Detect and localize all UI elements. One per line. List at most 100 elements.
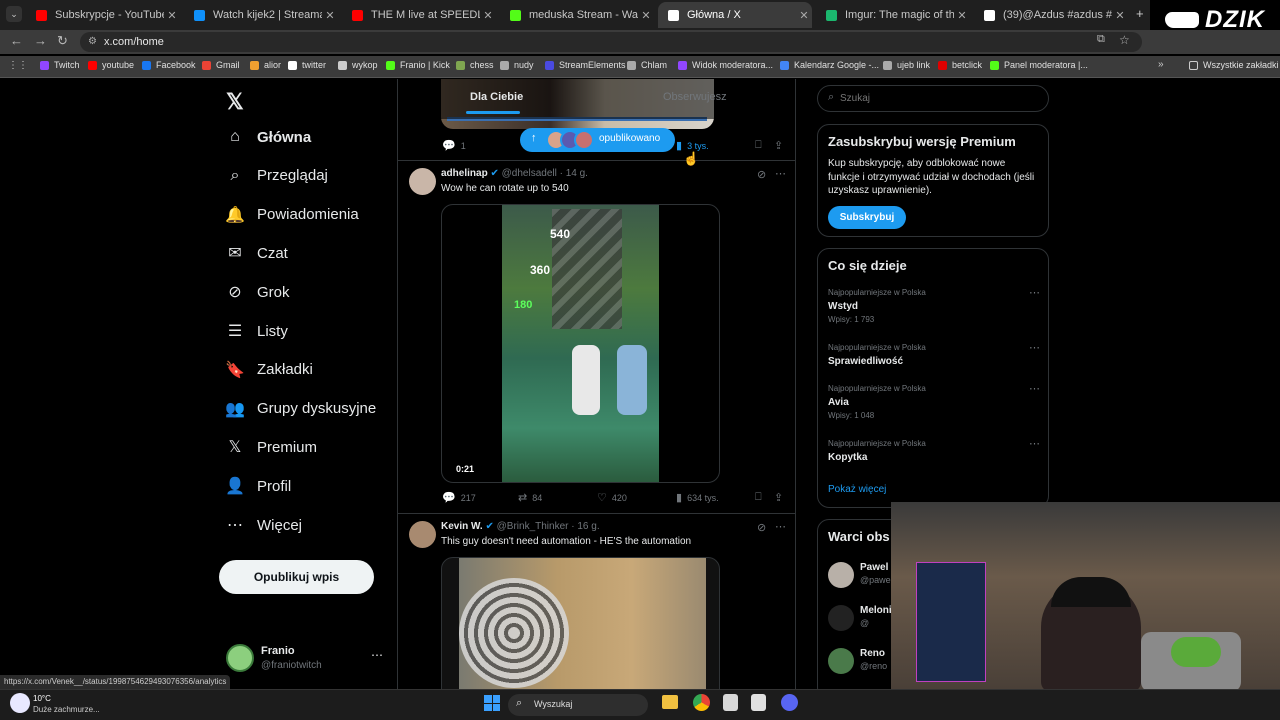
tweet-handle[interactable]: @Brink_Thinker: [497, 521, 569, 532]
trend-item[interactable]: Najpopularniejsze w Polska Sprawiedliwość…: [828, 341, 1040, 370]
sidebar-item-grok[interactable]: ⊘ Grok: [226, 283, 289, 302]
show-more-link[interactable]: Pokaż więcej: [828, 484, 886, 495]
share-button[interactable]: ⇪: [774, 491, 788, 504]
sidebar-item-profil[interactable]: 👤 Profil: [225, 477, 291, 496]
browser-tab[interactable]: Watch kijek2 | Streamable✕: [184, 2, 338, 28]
tweet-author[interactable]: Kevin W.: [441, 521, 483, 532]
close-tab-icon[interactable]: ✕: [796, 9, 812, 22]
tweet-time[interactable]: · 16 g.: [571, 521, 599, 532]
browser-tab[interactable]: (39)@Azdus #azdus #policja #✕: [974, 2, 1128, 28]
search-box[interactable]: ⌕: [817, 85, 1049, 112]
tweet[interactable]: adhelinap ✔ @dhelsadell · 14 g. ⊘ ⋯ Wow …: [398, 161, 795, 513]
browser-tab[interactable]: Imgur: The magic of the Intern✕: [816, 2, 970, 28]
browser-tab[interactable]: Subskrypcje - YouTube ✕: [26, 2, 180, 28]
prev-reply-button[interactable]: 💬 1: [442, 139, 466, 152]
start-icon[interactable]: [484, 695, 500, 711]
tweet-media[interactable]: [441, 557, 720, 689]
bookmark-item[interactable]: twitter: [288, 60, 326, 70]
sidebar-item-przeglądaj[interactable]: ⌕ Przeglądaj: [226, 167, 328, 185]
tab-for-you[interactable]: Dla Ciebie: [470, 91, 523, 103]
tweet-handle[interactable]: @dhelsadell: [502, 168, 557, 179]
bookmark-item[interactable]: Widok moderatora...: [678, 60, 773, 70]
sidebar-item-premium[interactable]: 𝕏 Premium: [226, 438, 317, 457]
avatar[interactable]: [828, 562, 854, 588]
close-tab-icon[interactable]: ✕: [638, 9, 654, 22]
trend-more-icon[interactable]: ⋯: [1029, 286, 1040, 299]
trend-more-icon[interactable]: ⋯: [1029, 382, 1040, 395]
sidebar-item-grupy-dyskusyjne[interactable]: 👥 Grupy dyskusyjne: [225, 400, 376, 418]
prev-bookmark-button[interactable]: ⎕: [755, 139, 767, 152]
chrome-icon[interactable]: [693, 694, 710, 711]
bookmark-item[interactable]: Panel moderatora |...: [990, 60, 1088, 70]
repost-button[interactable]: ⇄ 84: [518, 491, 542, 504]
bookmark-item[interactable]: ujeb link: [883, 60, 930, 70]
tab-search-icon[interactable]: ⌄: [6, 6, 22, 22]
bookmark-item[interactable]: Twitch: [40, 60, 80, 70]
tab-following[interactable]: Obserwujesz: [663, 91, 727, 103]
new-tab-icon[interactable]: +: [1136, 6, 1144, 21]
bookmark-item[interactable]: Kalendarz Google -...: [780, 60, 879, 70]
bookmark-item[interactable]: betclick: [938, 60, 982, 70]
trend-more-icon[interactable]: ⋯: [1029, 341, 1040, 354]
browser-tab[interactable]: meduska Stream - Watch Live o✕: [500, 2, 654, 28]
account-switcher[interactable]: Franio @franiotwitch ⋯: [226, 642, 386, 674]
sidebar-item-więcej[interactable]: ⋯ Więcej: [226, 516, 302, 535]
views-button[interactable]: ▮ 634 tys.: [676, 491, 719, 504]
taskbar-search[interactable]: ⌕ Wyszukaj: [508, 694, 648, 716]
close-tab-icon[interactable]: ✕: [164, 9, 180, 22]
post-button[interactable]: Opublikuj wpis: [219, 560, 374, 594]
reload-icon[interactable]: ↻: [57, 33, 68, 49]
site-info-icon[interactable]: ⚙: [88, 32, 97, 52]
tweet-author[interactable]: adhelinap: [441, 168, 488, 179]
close-tab-icon[interactable]: ✕: [322, 9, 338, 22]
sidebar-item-czat[interactable]: ✉ Czat: [226, 244, 288, 263]
like-button[interactable]: ♡ 420: [597, 491, 627, 504]
trend-item[interactable]: Najpopularniejsze w Polska Wstyd Wpisy: 1 …: [828, 286, 1040, 324]
sidebar-item-zakładki[interactable]: 🔖 Zakładki: [225, 361, 313, 379]
bookmark-item[interactable]: wykop: [338, 60, 378, 70]
avatar[interactable]: [828, 648, 854, 674]
bookmark-item[interactable]: Chlam: [627, 60, 667, 70]
apps-icon[interactable]: ⋮⋮: [8, 60, 28, 71]
trend-more-icon[interactable]: ⋯: [1029, 437, 1040, 450]
tweet-time[interactable]: · 14 g.: [560, 168, 588, 179]
reply-button[interactable]: 💬 217: [442, 491, 476, 504]
tweet-video[interactable]: 540 360 180 0:21: [441, 204, 720, 483]
tweet-more-icon[interactable]: ⋯: [775, 167, 786, 180]
app-icon[interactable]: [723, 694, 738, 711]
bookmark-item[interactable]: Franio | Kick: [386, 60, 450, 70]
search-input[interactable]: [840, 90, 1040, 107]
sidebar-item-powiadomienia[interactable]: 🔔 Powiadomienia: [225, 206, 359, 224]
discord-icon[interactable]: [781, 694, 798, 711]
bookmark-item[interactable]: nudy: [500, 60, 534, 70]
sidebar-item-główna[interactable]: ⌂ Główna: [226, 128, 311, 146]
close-tab-icon[interactable]: ✕: [480, 9, 496, 22]
app-icon[interactable]: [751, 694, 766, 711]
forward-icon[interactable]: →: [34, 33, 47, 48]
bookmark-item[interactable]: alior: [250, 60, 281, 70]
grok-icon[interactable]: ⊘: [757, 168, 766, 181]
browser-tab[interactable]: THE M live at SPEEDLAND FEST✕: [342, 2, 496, 28]
bookmark-item[interactable]: Facebook: [142, 60, 196, 70]
grok-icon[interactable]: ⊘: [757, 521, 766, 534]
bookmark-item[interactable]: chess: [456, 60, 494, 70]
close-tab-icon[interactable]: ✕: [1112, 9, 1128, 22]
file-explorer-icon[interactable]: [662, 695, 678, 709]
bookmark-item[interactable]: youtube: [88, 60, 134, 70]
url-bar[interactable]: ⚙ x.com/home: [80, 32, 1142, 52]
more-bookmarks-icon[interactable]: »: [1158, 59, 1164, 70]
browser-tab[interactable]: Główna / X ✕: [658, 2, 812, 28]
new-posts-pill[interactable]: ↑ opublikowano: [520, 128, 675, 152]
bookmark-button[interactable]: ⎕: [755, 491, 767, 504]
sidebar-item-listy[interactable]: ☰ Listy: [226, 322, 288, 341]
star-icon[interactable]: ☆: [1119, 33, 1130, 47]
avatar[interactable]: [828, 605, 854, 631]
all-bookmarks[interactable]: Wszystkie zakładki: [1189, 60, 1279, 70]
bookmark-item[interactable]: StreamElements: [545, 60, 626, 70]
x-logo-icon[interactable]: 𝕏: [226, 89, 244, 115]
trend-item[interactable]: Najpopularniejsze w Polska Avia Wpisy: 1 0…: [828, 382, 1040, 420]
back-icon[interactable]: ←: [10, 33, 23, 48]
subscribe-button[interactable]: Subskrybuj: [828, 206, 906, 229]
avatar[interactable]: [409, 521, 436, 548]
avatar[interactable]: [409, 168, 436, 195]
